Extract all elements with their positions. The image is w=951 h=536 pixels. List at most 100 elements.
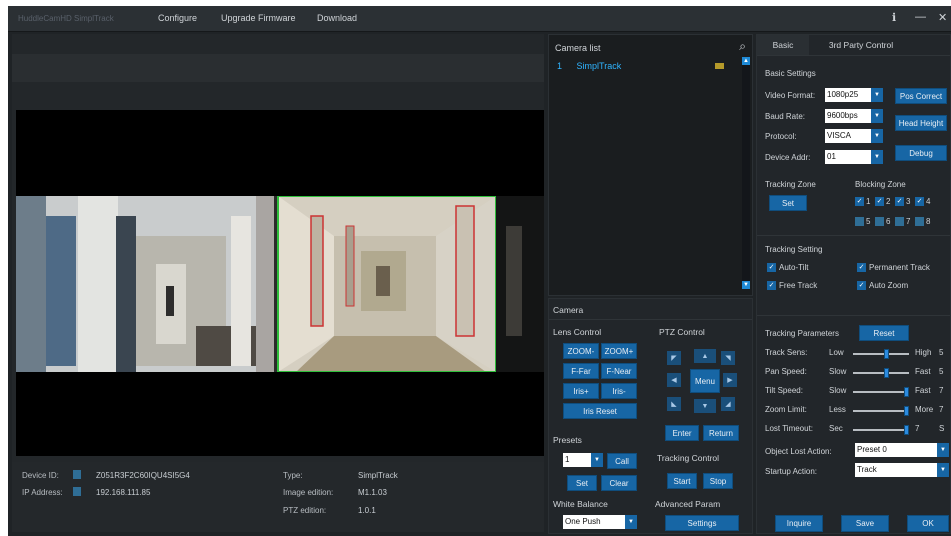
- focus-near-button[interactable]: F-Near: [601, 363, 637, 379]
- protocol-value: VISCA: [827, 131, 852, 140]
- close-icon[interactable]: ✕: [938, 11, 947, 24]
- scroll-up-icon[interactable]: ▲: [742, 57, 750, 65]
- param-slider-thumb[interactable]: [904, 406, 909, 416]
- param-slider-thumb[interactable]: [883, 368, 889, 378]
- ptz-up-right-icon[interactable]: ◥: [721, 351, 735, 365]
- preset-select[interactable]: 1 ▼: [563, 453, 603, 467]
- preset-select-value: 1: [565, 455, 570, 464]
- white-balance-value: One Push: [565, 517, 601, 526]
- permanent-track-checkbox[interactable]: ✓: [857, 263, 866, 272]
- tracking-start-button[interactable]: Start: [667, 473, 697, 489]
- ptz-down-right-icon[interactable]: ◢: [721, 397, 735, 411]
- search-icon[interactable]: ⌕: [739, 39, 746, 54]
- white-balance-select[interactable]: One Push ▼: [563, 515, 637, 529]
- param-slider-thumb[interactable]: [904, 387, 909, 397]
- ptz-return-button[interactable]: Return: [703, 425, 739, 441]
- param-value: 7: [939, 386, 944, 395]
- blocking-zone-checkbox-7[interactable]: [895, 217, 904, 226]
- save-button[interactable]: Save: [841, 515, 889, 532]
- ptz-left-icon[interactable]: ◀: [667, 373, 681, 387]
- tab-basic[interactable]: Basic: [757, 35, 809, 55]
- ptz-right-icon[interactable]: ▶: [723, 373, 737, 387]
- param-slider-thumb[interactable]: [904, 425, 909, 435]
- param-label: Zoom Limit:: [765, 405, 807, 414]
- camera-list-item[interactable]: 1 SimplTrack: [557, 61, 621, 71]
- preset-clear-button[interactable]: Clear: [601, 475, 637, 491]
- startup-action-select[interactable]: Track ▼: [855, 463, 949, 477]
- pos-correct-button[interactable]: Pos Correct: [895, 88, 947, 104]
- advanced-param-title: Advanced Param: [655, 499, 721, 509]
- preset-set-button[interactable]: Set: [567, 475, 597, 491]
- tracking-zone-set-button[interactable]: Set: [769, 195, 807, 211]
- camera-index: 1: [557, 61, 563, 71]
- blocking-zone-checkbox-1[interactable]: ✓: [855, 197, 864, 206]
- scroll-down-icon[interactable]: ▼: [742, 281, 750, 289]
- param-slider-track[interactable]: [853, 410, 909, 412]
- device-addr-select[interactable]: 01 ▼: [825, 150, 883, 164]
- zoom-in-button[interactable]: ZOOM+: [601, 343, 637, 359]
- minimize-icon[interactable]: —: [915, 11, 926, 23]
- param-slider-track[interactable]: [853, 391, 909, 393]
- param-slider-thumb[interactable]: [883, 349, 889, 359]
- protocol-label: Protocol:: [765, 132, 797, 141]
- param-low-label: Less: [829, 405, 846, 414]
- menu-configure[interactable]: Configure: [158, 13, 197, 23]
- ip-address-value: 192.168.111.85: [96, 488, 151, 497]
- blocking-zone-label-3: 3: [906, 197, 911, 206]
- ok-button[interactable]: OK: [907, 515, 949, 532]
- chevron-down-icon: ▼: [937, 463, 949, 477]
- ptz-down-icon[interactable]: ▼: [694, 399, 716, 413]
- head-height-button[interactable]: Head Height: [895, 115, 947, 131]
- param-value: S: [939, 424, 945, 433]
- blocking-zone-checkbox-3[interactable]: ✓: [895, 197, 904, 206]
- param-slider-track[interactable]: [853, 429, 909, 431]
- blocking-zone-label-7: 7: [906, 217, 911, 226]
- blocking-zone-checkbox-6[interactable]: [875, 217, 884, 226]
- inquire-button[interactable]: Inquire: [775, 515, 823, 532]
- blocking-zone-checkbox-5[interactable]: [855, 217, 864, 226]
- ptz-edition-value: 1.0.1: [358, 506, 376, 515]
- camera-list-scrollbar[interactable]: ▲ ▼: [742, 57, 750, 289]
- ptz-enter-button[interactable]: Enter: [665, 425, 699, 441]
- iris-reset-button[interactable]: Iris Reset: [563, 403, 637, 419]
- settings-panel: Basic 3rd Party Control Basic Settings V…: [756, 34, 951, 534]
- auto-tilt-checkbox[interactable]: ✓: [767, 263, 776, 272]
- zoom-out-button[interactable]: ZOOM-: [563, 343, 599, 359]
- iris-plus-button[interactable]: Iris+: [563, 383, 599, 399]
- free-track-checkbox[interactable]: ✓: [767, 281, 776, 290]
- blocking-zone-title: Blocking Zone: [855, 180, 906, 189]
- tracking-setting-title: Tracking Setting: [765, 245, 823, 254]
- tab-3rd-party-control[interactable]: 3rd Party Control: [813, 35, 909, 55]
- app-window: HuddleCamHD SimplTrack Configure Upgrade…: [8, 6, 951, 536]
- preset-call-button[interactable]: Call: [607, 453, 637, 469]
- blocking-zone-label-1: 1: [866, 197, 871, 206]
- menu-download[interactable]: Download: [317, 13, 357, 23]
- iris-minus-button[interactable]: Iris-: [601, 383, 637, 399]
- ptz-menu-button[interactable]: Menu: [690, 369, 720, 393]
- advanced-settings-button[interactable]: Settings: [665, 515, 739, 531]
- ptz-up-icon[interactable]: ▲: [694, 349, 716, 363]
- baud-rate-select[interactable]: 9600bps ▼: [825, 109, 883, 123]
- blocking-zone-checkbox-2[interactable]: ✓: [875, 197, 884, 206]
- blocking-zone-checkbox-4[interactable]: ✓: [915, 197, 924, 206]
- param-slider-track[interactable]: [853, 372, 909, 374]
- auto-zoom-checkbox[interactable]: ✓: [857, 281, 866, 290]
- tracking-control-title: Tracking Control: [657, 453, 720, 463]
- menu-upgrade-firmware[interactable]: Upgrade Firmware: [221, 13, 296, 23]
- video-format-select[interactable]: 1080p25 ▼: [825, 88, 883, 102]
- video-feed[interactable]: [16, 110, 544, 456]
- reset-button[interactable]: Reset: [859, 325, 909, 341]
- object-lost-action-select[interactable]: Preset 0 ▼: [855, 443, 949, 457]
- info-icon[interactable]: ℹ: [892, 11, 896, 24]
- tracking-stop-button[interactable]: Stop: [703, 473, 733, 489]
- focus-far-button[interactable]: F-Far: [563, 363, 599, 379]
- debug-button[interactable]: Debug: [895, 145, 947, 161]
- ptz-up-left-icon[interactable]: ◤: [667, 351, 681, 365]
- param-slider-track[interactable]: [853, 353, 909, 355]
- protocol-select[interactable]: VISCA ▼: [825, 129, 883, 143]
- baud-rate-label: Baud Rate:: [765, 112, 806, 121]
- param-label: Track Sens:: [765, 348, 808, 357]
- blocking-zone-checkbox-8[interactable]: [915, 217, 924, 226]
- ptz-edition-label: PTZ edition:: [283, 506, 327, 515]
- ptz-down-left-icon[interactable]: ◣: [667, 397, 681, 411]
